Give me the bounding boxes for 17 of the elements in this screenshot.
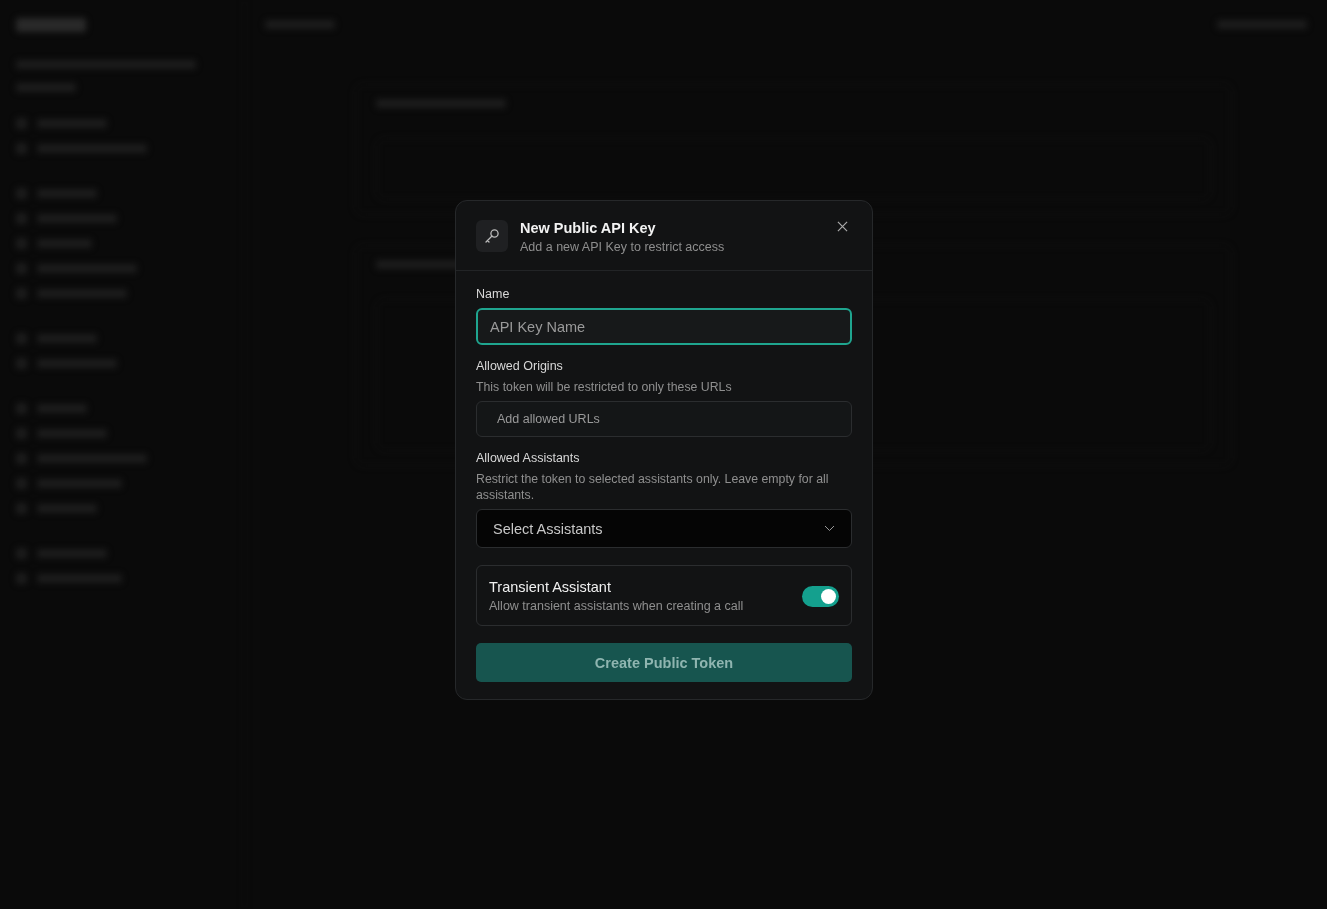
text-field[interactable]: Add allowed URLs (476, 401, 852, 437)
field-label: Allowed Origins (476, 359, 564, 373)
assistants-select[interactable]: Select Assistants (476, 509, 852, 548)
field-label: Name (476, 287, 511, 301)
text-field[interactable]: API Key Name (476, 308, 852, 345)
toggle-description: Allow transient assistants when creating a call (489, 599, 745, 613)
close-icon[interactable] (837, 221, 848, 232)
field-label: Allowed Assistants (476, 451, 581, 465)
field-hint: This token will be restricted to only these URLs (476, 379, 733, 395)
field-hint: Restrict the token to selected assistants only. Leave empty for all assistants. (476, 471, 830, 503)
toggle-switch[interactable] (802, 585, 839, 607)
toggle-title: Transient Assistant (489, 579, 612, 595)
chevron-down-icon (824, 525, 835, 532)
create-button[interactable]: Create Public Token (476, 643, 852, 682)
key-icon (476, 220, 508, 252)
dialog-subtitle: Add a new API Key to restrict access (520, 240, 726, 254)
dialog-title: New Public API Key (520, 220, 657, 236)
